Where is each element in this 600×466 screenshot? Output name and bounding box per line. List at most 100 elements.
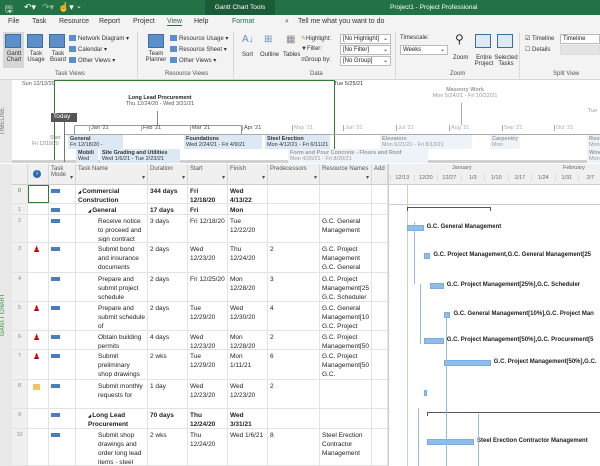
- predecessors-cell[interactable]: [268, 204, 320, 214]
- resource-other-views-button[interactable]: Other Views ▾: [170, 57, 216, 64]
- entire-project-button[interactable]: Entire Project: [472, 55, 496, 67]
- finish-cell[interactable]: Mon 12/28/20: [228, 273, 268, 301]
- duration-cell[interactable]: 1 day: [148, 380, 188, 408]
- table-row[interactable]: 2 Receive notice to proceed and sign cont…: [12, 215, 388, 243]
- indicator-cell[interactable]: ♟: [28, 243, 49, 272]
- timeline-task[interactable]: RoofiMon: [587, 135, 600, 149]
- task-table[interactable]: i Task Mode ▾ Task Name ▾ Duration ▾ Start ▾ Fini…: [12, 164, 388, 466]
- timeline-task[interactable]: Elevators Mon 6/21/21 - Fri 8/13/21: [380, 135, 472, 149]
- finish-cell[interactable]: Wed 12/30/20: [228, 302, 268, 330]
- table-row[interactable]: 4 Prepare and submit project schedule 2 da…: [12, 273, 388, 302]
- timeline-task[interactable]: Mobili Wed: [76, 149, 98, 163]
- task-mode-cell[interactable]: [49, 331, 76, 349]
- duration-header[interactable]: Duration ▾: [148, 164, 188, 185]
- start-cell[interactable]: Wed 12/23/20: [188, 380, 228, 408]
- tab-view[interactable]: View: [167, 18, 183, 26]
- duration-cell[interactable]: 17 days: [148, 204, 188, 214]
- task-bar[interactable]: [423, 253, 431, 259]
- task-name-cell[interactable]: Prepare and submit schedule of: [76, 302, 148, 330]
- customize-toolbar-icon[interactable]: ⌄: [76, 2, 82, 10]
- predecessors-cell[interactable]: 8: [268, 429, 320, 465]
- start-cell[interactable]: Fri 12/18/20: [188, 204, 228, 214]
- table-row[interactable]: 1 ◢ General Conditions17 days Fri 12/18/20…: [12, 204, 388, 215]
- table-row[interactable]: 9 ◢ Long Lead Procurement 70 days Thu 12/24…: [12, 409, 388, 429]
- predecessors-cell[interactable]: [268, 185, 320, 203]
- start-cell[interactable]: Thu 12/24/20: [188, 409, 228, 428]
- predecessors-cell[interactable]: 2: [268, 243, 320, 272]
- start-cell[interactable]: Tue 12/29/20: [188, 302, 228, 330]
- task-name-cell[interactable]: Obtain building permits: [76, 331, 148, 349]
- indicator-cell[interactable]: [28, 429, 49, 465]
- duration-cell[interactable]: 70 days: [148, 409, 188, 428]
- task-name-cell[interactable]: ◢ Commercial Construction: [76, 185, 148, 203]
- details-checkbox[interactable]: ☐ Details: [525, 46, 550, 53]
- column-dropdown-icon[interactable]: ▾: [222, 174, 225, 181]
- add-cell[interactable]: [372, 350, 388, 379]
- task-name-cell[interactable]: Prepare and submit project schedule: [76, 273, 148, 301]
- tab-resource[interactable]: Resource: [59, 18, 89, 25]
- task-name-cell[interactable]: ◢ Long Lead Procurement: [76, 409, 148, 428]
- finish-cell[interactable]: Mon 1/11/21: [228, 204, 268, 214]
- indicator-cell[interactable]: ♟: [28, 302, 49, 330]
- start-cell[interactable]: Fri 12/18/20: [188, 185, 228, 203]
- finish-cell[interactable]: Mon 12/28/20: [228, 331, 268, 349]
- indicator-cell[interactable]: [28, 380, 49, 408]
- table-row[interactable]: 6 ♟ Obtain building permits 4 days Wed 12/23…: [12, 331, 388, 350]
- finish-cell[interactable]: Wed 1/6/21: [228, 429, 268, 465]
- duration-cell[interactable]: 3 days: [148, 215, 188, 242]
- finish-cell[interactable]: Tue 12/22/20: [228, 215, 268, 242]
- column-dropdown-icon[interactable]: ▾: [366, 174, 369, 181]
- resource-sheet-button[interactable]: Resource Sheet ▾: [170, 46, 227, 53]
- add-cell[interactable]: [372, 215, 388, 242]
- other-views-button[interactable]: Other Views ▾: [69, 57, 115, 64]
- add-cell[interactable]: [372, 273, 388, 301]
- timeline-task[interactable]: Foundations Wed 2/24/21 - Fri 4/9/21: [184, 135, 262, 149]
- task-bar[interactable]: [443, 312, 451, 318]
- tab-report[interactable]: Report: [99, 18, 120, 25]
- tab-task[interactable]: Task: [32, 18, 46, 25]
- resource-names-cell[interactable]: [320, 185, 372, 203]
- table-row[interactable]: 10 Submit shop drawings and order long le…: [12, 429, 388, 466]
- task-bar[interactable]: [406, 225, 424, 231]
- start-cell[interactable]: Tue 12/29/20: [188, 350, 228, 379]
- finish-cell[interactable]: Wed 12/23/20: [228, 380, 268, 408]
- add-cell[interactable]: [372, 331, 388, 349]
- finish-cell[interactable]: Mon 1/11/21: [228, 350, 268, 379]
- redo-icon[interactable]: ↷▾: [42, 2, 54, 13]
- task-mode-cell[interactable]: [49, 409, 76, 428]
- task-bar[interactable]: [423, 337, 444, 344]
- task-name-cell[interactable]: ◢ General Conditions: [76, 204, 148, 214]
- task-name-cell[interactable]: Submit shop drawings and order long lead…: [76, 429, 148, 465]
- start-cell[interactable]: Wed 12/23/20: [188, 331, 228, 349]
- resource-names-cell[interactable]: G.C. Project Management[50 G.C.: [320, 350, 372, 379]
- outline-button[interactable]: Outline: [260, 52, 279, 58]
- callout-masonry[interactable]: Masonry Work Mon 5/24/21 - Fri 10/22/21: [425, 87, 505, 99]
- column-dropdown-icon[interactable]: ▾: [142, 174, 145, 181]
- resource-names-cell[interactable]: G.C. Project Management[25 G.C. Schedule…: [320, 273, 372, 301]
- predecessors-cell[interactable]: 3: [268, 273, 320, 301]
- duration-cell[interactable]: 344 days: [148, 185, 188, 203]
- filter-dropdown[interactable]: [No Filter] ⌄: [340, 45, 391, 55]
- task-mode-cell[interactable]: [49, 350, 76, 379]
- group-by-dropdown[interactable]: [No Group] ⌄: [340, 56, 391, 66]
- callout-long-lead[interactable]: Long Lead Procurement Thu 12/24/20 - Wed …: [120, 95, 200, 107]
- duration-cell[interactable]: 4 days: [148, 331, 188, 349]
- timeline-task[interactable]: WindMon: [587, 149, 600, 163]
- task-mode-cell[interactable]: [49, 243, 76, 272]
- tab-file[interactable]: File: [8, 18, 19, 25]
- tell-me-box[interactable]: Tell me what you want to do: [298, 18, 384, 25]
- add-cell[interactable]: [372, 429, 388, 465]
- task-name-cell[interactable]: Submit bond and insurance documents: [76, 243, 148, 272]
- indicator-cell[interactable]: [28, 273, 49, 301]
- task-mode-cell[interactable]: [49, 380, 76, 408]
- tab-help[interactable]: Help: [194, 18, 208, 25]
- calendar-button[interactable]: Calendar ▾: [69, 46, 107, 53]
- duration-cell[interactable]: 2 wks: [148, 350, 188, 379]
- predecessors-cell[interactable]: 4: [268, 302, 320, 330]
- task-bar[interactable]: [430, 283, 444, 289]
- start-cell[interactable]: Fri 12/25/20: [188, 273, 228, 301]
- resource-names-cell[interactable]: G.C. General Management: [320, 215, 372, 242]
- resource-names-cell[interactable]: [320, 380, 372, 408]
- highlight-dropdown[interactable]: [No Highlight] ⌄: [340, 34, 391, 44]
- table-row[interactable]: 8 Submit monthly requests for 1 day Wed 12/…: [12, 380, 388, 409]
